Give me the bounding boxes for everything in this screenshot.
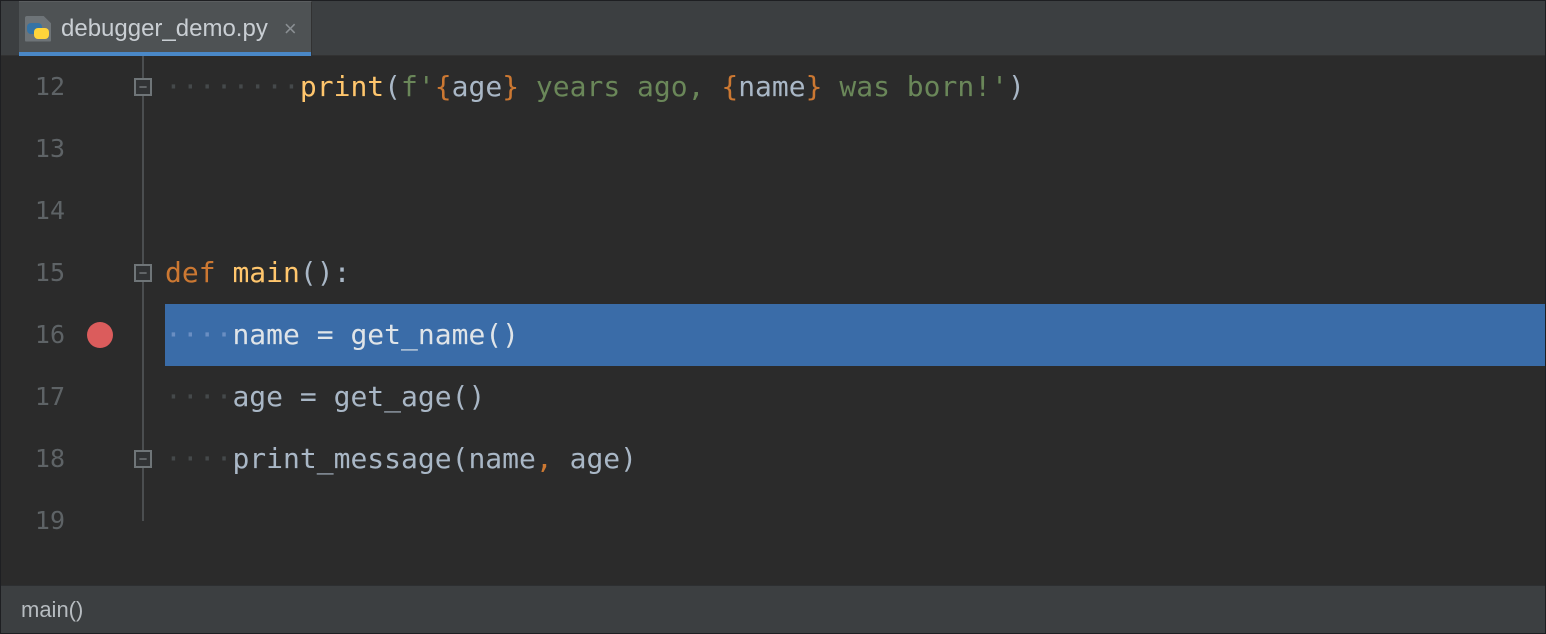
code-content[interactable]: def main(): [165, 242, 1545, 304]
breakpoint-gutter[interactable] [79, 428, 121, 490]
breakpoint-gutter[interactable] [79, 490, 121, 552]
editor-tab-strip: debugger_demo.py × [1, 1, 1545, 56]
breakpoint-gutter[interactable] [79, 242, 121, 304]
line-number[interactable]: 15 [1, 242, 79, 304]
close-tab-icon[interactable]: × [278, 16, 297, 42]
code-line[interactable]: 13 [1, 118, 1545, 180]
fold-gutter[interactable] [121, 366, 165, 428]
fold-gutter[interactable]: − [121, 242, 165, 304]
breakpoint-gutter[interactable] [79, 304, 121, 366]
code-editor[interactable]: 12−········print(f'{age} years ago, {nam… [1, 56, 1545, 585]
fold-gutter[interactable]: − [121, 428, 165, 490]
line-number[interactable]: 13 [1, 118, 79, 180]
line-number[interactable]: 12 [1, 56, 79, 118]
line-number[interactable]: 14 [1, 180, 79, 242]
code-content[interactable]: ········print(f'{age} years ago, {name} … [165, 56, 1545, 118]
code-content[interactable] [165, 118, 1545, 180]
breakpoint-gutter[interactable] [79, 366, 121, 428]
code-line[interactable]: 19 [1, 490, 1545, 552]
breakpoint-gutter[interactable] [79, 180, 121, 242]
fold-gutter[interactable] [121, 490, 165, 552]
code-line[interactable]: 17 ····age = get_age() [1, 366, 1545, 428]
fold-gutter[interactable] [121, 304, 165, 366]
code-content[interactable] [165, 180, 1545, 242]
line-number[interactable]: 17 [1, 366, 79, 428]
fold-gutter[interactable] [121, 118, 165, 180]
code-line[interactable]: 18 −····print_message(name, age) [1, 428, 1545, 490]
code-line[interactable]: 15 −def main(): [1, 242, 1545, 304]
code-content[interactable]: ····name = get_name() [165, 304, 1545, 366]
editor-tab-filename: debugger_demo.py [61, 15, 268, 43]
editor-breadcrumbs[interactable]: main() [1, 585, 1545, 633]
line-number[interactable]: 18 [1, 428, 79, 490]
fold-gutter[interactable]: − [121, 56, 165, 118]
code-content[interactable]: ····print_message(name, age) [165, 428, 1545, 490]
code-line[interactable]: 16 ····name = get_name() [1, 304, 1545, 366]
breakpoint-icon[interactable] [87, 322, 113, 348]
breadcrumb-item[interactable]: main() [21, 597, 83, 623]
breakpoint-gutter[interactable] [79, 118, 121, 180]
fold-gutter[interactable] [121, 180, 165, 242]
fold-toggle-icon[interactable]: − [134, 78, 152, 96]
line-number[interactable]: 19 [1, 490, 79, 552]
code-line[interactable]: 12 −········print(f'{age} years ago, {nam… [1, 56, 1545, 118]
line-number[interactable]: 16 [1, 304, 79, 366]
ide-window: debugger_demo.py × 12−········print(f'{a… [0, 0, 1546, 634]
code-content[interactable]: ····age = get_age() [165, 366, 1545, 428]
code-content[interactable] [165, 490, 1545, 552]
python-file-icon [25, 16, 51, 42]
code-line[interactable]: 14 [1, 180, 1545, 242]
breakpoint-gutter[interactable] [79, 56, 121, 118]
editor-tab-active[interactable]: debugger_demo.py × [19, 1, 312, 55]
fold-toggle-icon[interactable]: − [134, 450, 152, 468]
fold-toggle-icon[interactable]: − [134, 264, 152, 282]
